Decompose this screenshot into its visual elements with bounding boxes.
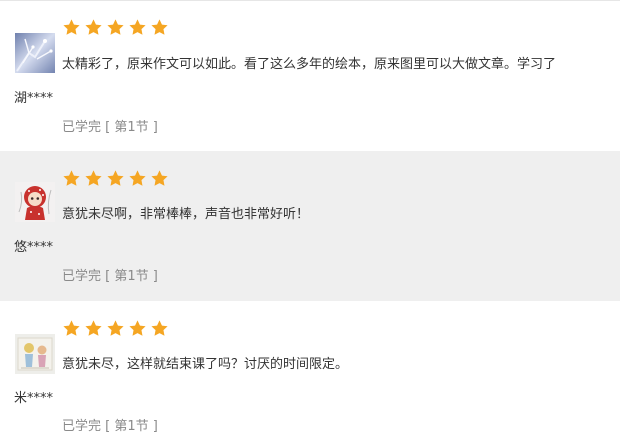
star-icon: [107, 320, 124, 336]
avatar[interactable]: [15, 182, 55, 222]
star-icon: [63, 320, 80, 336]
star-icon: [129, 170, 146, 186]
review-item: 米**** 意犹未尽，这样就结束课了吗？讨厌的时间限定。 已学完 [ 第1节 ]: [0, 301, 620, 442]
star-rating: [62, 319, 169, 338]
avatar[interactable]: [15, 33, 55, 73]
star-icon: [151, 320, 168, 336]
study-status: 已学完 [ 第1节 ]: [62, 269, 158, 284]
study-status: 已学完 [ 第1节 ]: [62, 419, 158, 434]
review-item: 悠**** 意犹未尽啊，非常棒棒，声音也非常好听！ 已学完 [ 第1节 ]: [0, 151, 620, 301]
review-item: 湖**** 太精彩了，原来作文可以如此。看了这么多年的绘本，原来图里可以大做文章…: [0, 0, 620, 150]
avatar[interactable]: [15, 334, 55, 374]
star-icon: [85, 320, 102, 336]
star-icon: [151, 170, 168, 186]
review-comment: 太精彩了，原来作文可以如此。看了这么多年的绘本，原来图里可以大做文章。学习了: [62, 57, 557, 72]
review-comment: 意犹未尽，这样就结束课了吗？讨厌的时间限定。: [62, 357, 349, 372]
username: 米****: [14, 391, 54, 406]
star-icon: [85, 19, 102, 35]
star-icon: [107, 170, 124, 186]
username: 湖****: [14, 91, 54, 106]
star-icon: [63, 19, 80, 35]
star-icon: [151, 19, 168, 35]
study-status: 已学完 [ 第1节 ]: [62, 120, 158, 135]
username: 悠****: [14, 240, 54, 255]
star-icon: [129, 320, 146, 336]
star-icon: [129, 19, 146, 35]
star-icon: [107, 19, 124, 35]
star-rating: [62, 169, 169, 188]
review-list: 湖**** 太精彩了，原来作文可以如此。看了这么多年的绘本，原来图里可以大做文章…: [0, 0, 620, 442]
star-rating: [62, 18, 169, 37]
review-comment: 意犹未尽啊，非常棒棒，声音也非常好听！: [62, 207, 310, 222]
star-icon: [85, 170, 102, 186]
star-icon: [63, 170, 80, 186]
